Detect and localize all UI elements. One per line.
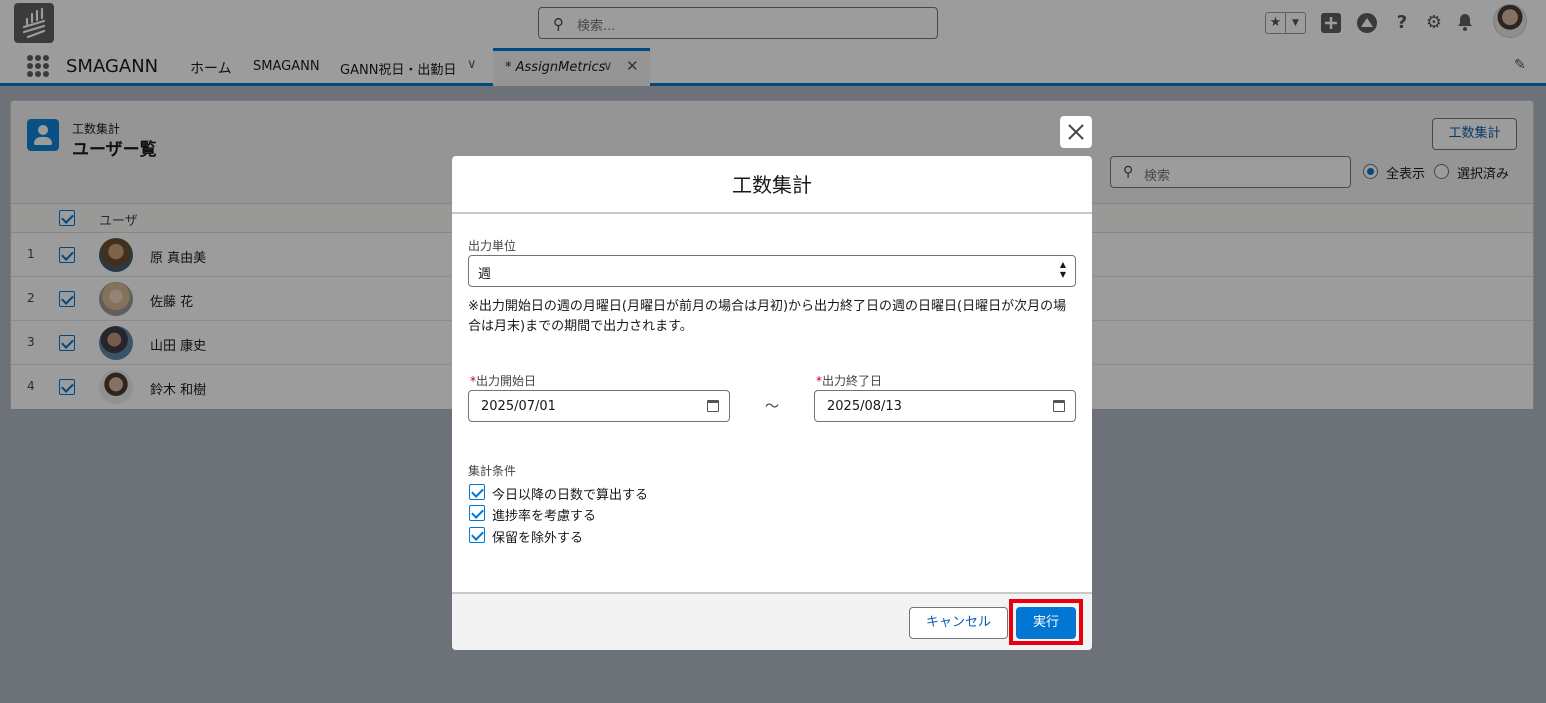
start-date-label: *出力開始日 <box>470 372 536 389</box>
start-date-value: 2025/07/01 <box>481 399 556 414</box>
output-unit-value: 週 <box>478 267 492 282</box>
modal-title: 工数集計 <box>732 173 812 197</box>
condition-label: 今日以降の日数で算出する <box>492 488 649 503</box>
run-button-highlight <box>1009 599 1083 645</box>
condition-label: 進捗率を考慮する <box>492 509 597 524</box>
start-date-input[interactable]: 2025/07/01 <box>468 390 730 422</box>
condition-checkbox[interactable] <box>469 484 485 500</box>
calendar-icon[interactable] <box>707 400 719 412</box>
output-unit-select[interactable]: 週 ▲ ▼ <box>468 255 1076 287</box>
end-date-input[interactable]: 2025/08/13 <box>814 390 1076 422</box>
condition-label: 保留を除外する <box>492 531 584 546</box>
condition-checkbox[interactable] <box>469 527 485 543</box>
range-separator: ～ <box>765 399 779 415</box>
calendar-icon[interactable] <box>1053 400 1065 412</box>
modal-footer: キャンセル 実行 <box>452 592 1092 650</box>
end-date-value: 2025/08/13 <box>827 399 902 414</box>
modal-close-icon[interactable] <box>1060 116 1092 148</box>
select-arrows-icon: ▲ ▼ <box>1059 260 1066 279</box>
end-date-label: *出力終了日 <box>816 372 882 389</box>
condition-checkbox[interactable] <box>469 505 485 521</box>
conditions-label: 集計条件 <box>468 464 517 478</box>
cancel-button[interactable]: キャンセル <box>909 607 1008 639</box>
output-unit-label: 出力単位 <box>468 239 517 253</box>
start-date-label-text: 出力開始日 <box>476 374 537 388</box>
aggregate-modal: 工数集計 出力単位 週 ▲ ▼ ※出力開始日の週の月曜日(月曜日が前月の場合は月初… <box>452 156 1092 650</box>
period-note: ※出力開始日の週の月曜日(月曜日が前月の場合は月初)から出力終了日の週の日曜日(… <box>468 299 1067 334</box>
modal-header: 工数集計 <box>452 156 1092 214</box>
end-date-label-text: 出力終了日 <box>822 374 883 388</box>
